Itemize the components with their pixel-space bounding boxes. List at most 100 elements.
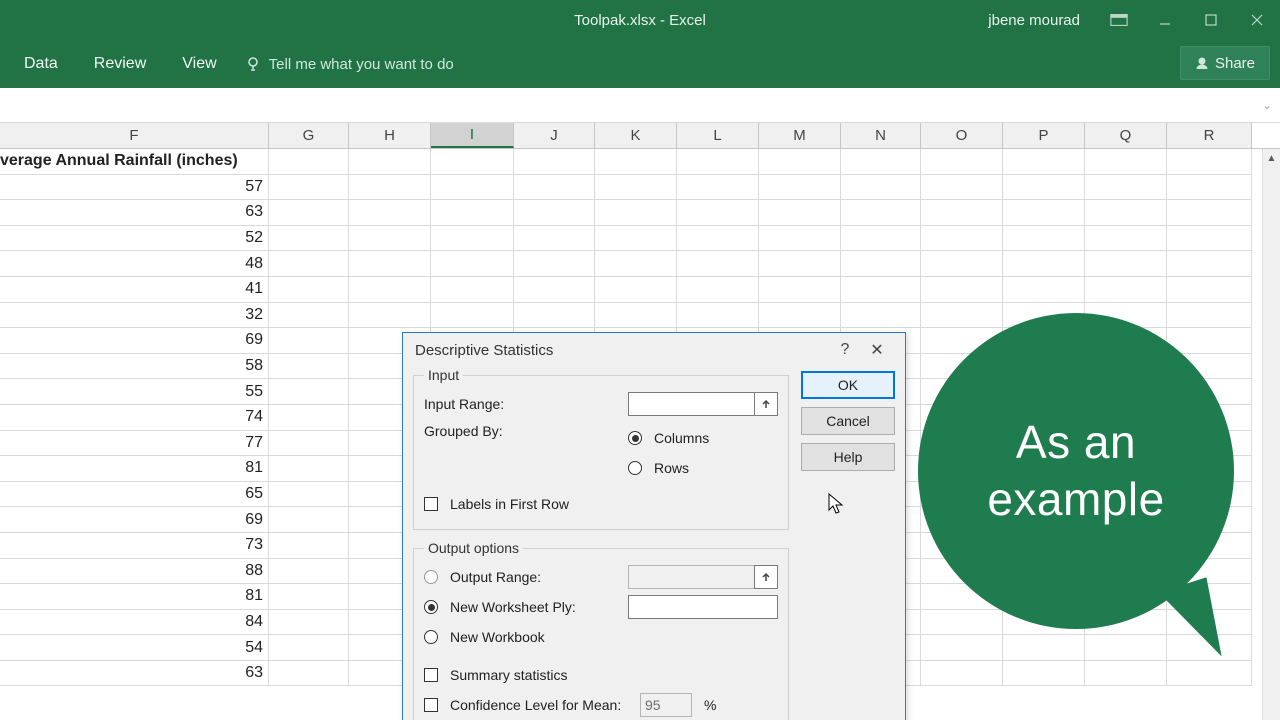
grid-row[interactable]: verage Annual Rainfall (inches) — [0, 149, 1280, 175]
input-range-picker-icon[interactable] — [754, 392, 778, 416]
grid-cell[interactable] — [1167, 200, 1252, 226]
grid-cell[interactable] — [431, 226, 514, 252]
column-header[interactable]: L — [677, 123, 759, 148]
confidence-level-field[interactable] — [640, 693, 692, 717]
grid-cell[interactable] — [759, 200, 841, 226]
grid-cell[interactable] — [269, 584, 349, 610]
grid-cell[interactable] — [431, 149, 514, 175]
spreadsheet-grid[interactable]: FGHIJKLMNOPQR verage Annual Rainfall (in… — [0, 123, 1280, 720]
grid-cell[interactable]: 73 — [0, 533, 269, 559]
grid-row[interactable]: 52 — [0, 226, 1280, 252]
grid-cell[interactable] — [677, 303, 759, 329]
grid-cell[interactable] — [677, 226, 759, 252]
grid-cell[interactable]: verage Annual Rainfall (inches) — [0, 149, 269, 175]
grid-cell[interactable] — [921, 610, 1003, 636]
grid-cell[interactable] — [1167, 226, 1252, 252]
grid-cell[interactable]: 63 — [0, 661, 269, 687]
grid-cell[interactable] — [269, 328, 349, 354]
grid-cell[interactable]: 69 — [0, 328, 269, 354]
grid-cell[interactable] — [269, 354, 349, 380]
grid-cell[interactable] — [595, 251, 677, 277]
column-header[interactable]: O — [921, 123, 1003, 148]
column-header[interactable]: N — [841, 123, 921, 148]
grid-cell[interactable] — [269, 226, 349, 252]
grid-cell[interactable] — [349, 175, 431, 201]
grid-cell[interactable] — [1167, 328, 1252, 354]
grid-cell[interactable]: 84 — [0, 610, 269, 636]
grid-cell[interactable] — [1085, 277, 1167, 303]
grid-cell[interactable] — [269, 661, 349, 687]
grid-cell[interactable] — [269, 379, 349, 405]
column-header[interactable]: K — [595, 123, 677, 148]
grid-cell[interactable] — [921, 149, 1003, 175]
grid-cell[interactable]: 65 — [0, 482, 269, 508]
tab-view[interactable]: View — [164, 40, 234, 88]
grid-cell[interactable]: 58 — [0, 354, 269, 380]
grid-cell[interactable]: 32 — [0, 303, 269, 329]
grid-cell[interactable] — [595, 226, 677, 252]
grid-cell[interactable] — [1167, 277, 1252, 303]
grid-row[interactable]: 41 — [0, 277, 1280, 303]
grid-cell[interactable] — [841, 200, 921, 226]
grid-cell[interactable] — [349, 277, 431, 303]
grid-cell[interactable] — [921, 277, 1003, 303]
cancel-button[interactable]: Cancel — [801, 407, 895, 435]
grid-cell[interactable]: 41 — [0, 277, 269, 303]
grid-cell[interactable] — [514, 200, 595, 226]
grid-cell[interactable] — [514, 251, 595, 277]
grid-cell[interactable] — [349, 149, 431, 175]
grid-cell[interactable] — [1003, 661, 1085, 687]
grid-cell[interactable] — [841, 277, 921, 303]
grouped-by-columns-radio[interactable]: Columns — [628, 425, 778, 451]
grid-cell[interactable] — [595, 277, 677, 303]
grid-cell[interactable] — [431, 200, 514, 226]
grid-cell[interactable] — [1003, 226, 1085, 252]
grid-cell[interactable] — [349, 251, 431, 277]
grid-cell[interactable] — [269, 200, 349, 226]
dialog-titlebar[interactable]: Descriptive Statistics ? ✕ — [403, 333, 905, 367]
grid-cell[interactable] — [269, 533, 349, 559]
grid-cell[interactable]: 52 — [0, 226, 269, 252]
column-header[interactable]: M — [759, 123, 841, 148]
grid-cell[interactable] — [759, 175, 841, 201]
grid-cell[interactable]: 63 — [0, 200, 269, 226]
grid-cell[interactable] — [677, 175, 759, 201]
grid-cell[interactable] — [677, 149, 759, 175]
ribbon-display-options-icon[interactable] — [1096, 0, 1142, 40]
grid-cell[interactable] — [1085, 200, 1167, 226]
column-header[interactable]: R — [1167, 123, 1252, 148]
grid-cell[interactable] — [841, 226, 921, 252]
ok-button[interactable]: OK — [801, 371, 895, 399]
grid-cell[interactable] — [759, 303, 841, 329]
formula-bar-expand-icon[interactable]: ⌄ — [1262, 98, 1272, 112]
grid-cell[interactable] — [1167, 661, 1252, 687]
scroll-up-icon[interactable]: ▲ — [1263, 149, 1280, 167]
maximize-icon[interactable] — [1188, 0, 1234, 40]
column-header[interactable]: H — [349, 123, 431, 148]
grid-cell[interactable] — [1085, 661, 1167, 687]
grid-row[interactable]: 63 — [0, 200, 1280, 226]
grid-cell[interactable] — [349, 303, 431, 329]
grid-cell[interactable] — [1085, 251, 1167, 277]
grid-cell[interactable] — [677, 200, 759, 226]
grid-cell[interactable] — [1003, 149, 1085, 175]
tab-review[interactable]: Review — [76, 40, 164, 88]
help-button[interactable]: Help — [801, 443, 895, 471]
grid-cell[interactable] — [1167, 149, 1252, 175]
grid-cell[interactable] — [269, 635, 349, 661]
vertical-scrollbar[interactable]: ▲ — [1262, 149, 1280, 720]
input-range-field[interactable] — [628, 392, 754, 416]
grid-cell[interactable] — [841, 251, 921, 277]
grid-row[interactable]: 48 — [0, 251, 1280, 277]
grid-cell[interactable] — [349, 226, 431, 252]
confidence-level-checkbox[interactable]: Confidence Level for Mean: — [424, 692, 634, 718]
column-header[interactable]: J — [514, 123, 595, 148]
output-range-picker-icon[interactable] — [754, 565, 778, 589]
grid-cell[interactable] — [1085, 635, 1167, 661]
grid-cell[interactable] — [1003, 175, 1085, 201]
grid-cell[interactable] — [269, 251, 349, 277]
share-button[interactable]: Share — [1180, 46, 1270, 80]
grid-cell[interactable] — [269, 303, 349, 329]
tell-me-search[interactable]: Tell me what you want to do — [245, 56, 454, 73]
column-header[interactable]: F — [0, 123, 269, 148]
